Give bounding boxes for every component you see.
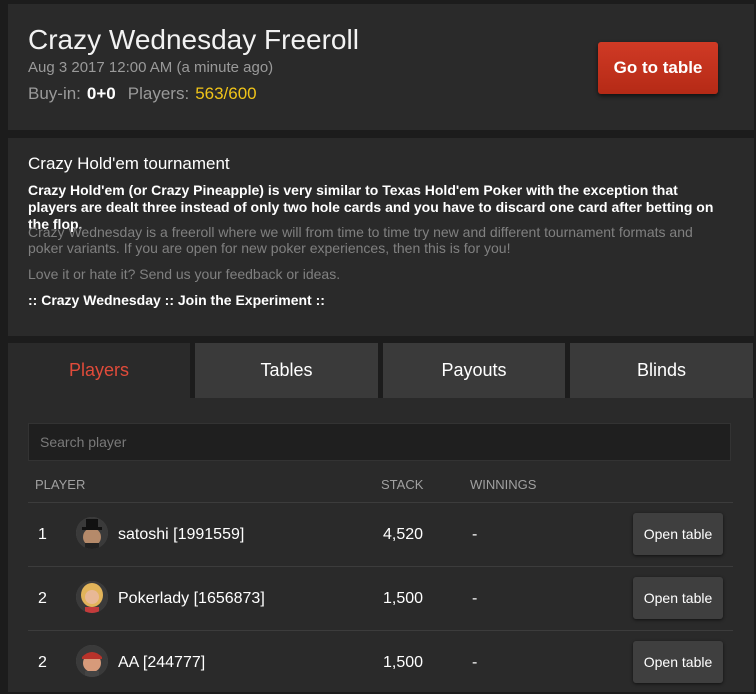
- table-row: 1 satoshi [1991559] 4,520 - Open table: [28, 503, 733, 566]
- feedback-text: Love it or hate it? Send us your feedbac…: [28, 266, 341, 282]
- player-rank: 2: [38, 654, 47, 671]
- tab-players[interactable]: Players: [8, 343, 190, 398]
- description-title: Crazy Hold'em tournament: [28, 154, 230, 173]
- tournament-description: Crazy Hold'em tournament Crazy Hold'em (…: [8, 138, 754, 336]
- tournament-date: Aug 3 2017 12:00 AM (a minute ago): [28, 59, 274, 76]
- tab-blinds[interactable]: Blinds: [570, 343, 753, 398]
- player-rank: 1: [38, 526, 47, 543]
- players-count: 563/600: [195, 84, 257, 103]
- player-stack: 4,520: [383, 526, 424, 543]
- player-avatar: [76, 581, 108, 613]
- search-player-input[interactable]: Search player: [28, 423, 731, 461]
- column-header-stack: STACK: [381, 477, 424, 492]
- avatar-tophat-icon: [76, 517, 108, 549]
- description-text: Crazy Wednesday is a freeroll where we w…: [28, 224, 693, 256]
- go-to-table-button[interactable]: Go to table: [598, 42, 718, 94]
- player-avatar: [76, 645, 108, 677]
- player-name: satoshi [1991559]: [118, 526, 245, 543]
- player-winnings: -: [472, 526, 478, 543]
- avatar-cap-icon: [76, 645, 108, 677]
- player-rank: 2: [38, 590, 47, 607]
- buyin-value: 0+0: [86, 84, 116, 103]
- tournament-title: Crazy Wednesday Freeroll: [28, 24, 359, 55]
- buyin-players-row: Buy-in: 0+0 Players: 563/600: [28, 84, 257, 104]
- open-table-button[interactable]: Open table: [633, 513, 723, 555]
- tab-payouts[interactable]: Payouts: [383, 343, 565, 398]
- tab-tables[interactable]: Tables: [195, 343, 378, 398]
- player-winnings: -: [472, 654, 478, 671]
- description-tagline: :: Crazy Wednesday :: Join the Experimen…: [28, 292, 325, 308]
- column-header-player: PLAYER: [35, 477, 86, 492]
- player-stack: 1,500: [383, 654, 424, 671]
- open-table-button[interactable]: Open table: [633, 577, 723, 619]
- open-table-button[interactable]: Open table: [633, 641, 723, 683]
- player-stack: 1,500: [383, 590, 424, 607]
- table-row: 2 Pokerlady [1656873] 1,500 - Open table: [28, 567, 733, 630]
- tournament-header: Crazy Wednesday Freeroll Aug 3 2017 12:0…: [8, 4, 754, 130]
- player-name: Pokerlady [1656873]: [118, 590, 265, 607]
- player-name: AA [244777]: [118, 654, 206, 671]
- player-winnings: -: [472, 590, 478, 607]
- avatar-blonde-icon: [76, 581, 108, 613]
- players-panel: Search player PLAYER STACK WINNINGS 1 sa…: [8, 398, 754, 692]
- player-avatar: [76, 517, 108, 549]
- column-header-winnings: WINNINGS: [470, 477, 537, 492]
- buyin-label: Buy-in:: [28, 84, 81, 103]
- table-row: 2 AA [244777] 1,500 - Open table: [28, 631, 733, 694]
- players-label: Players:: [127, 84, 190, 103]
